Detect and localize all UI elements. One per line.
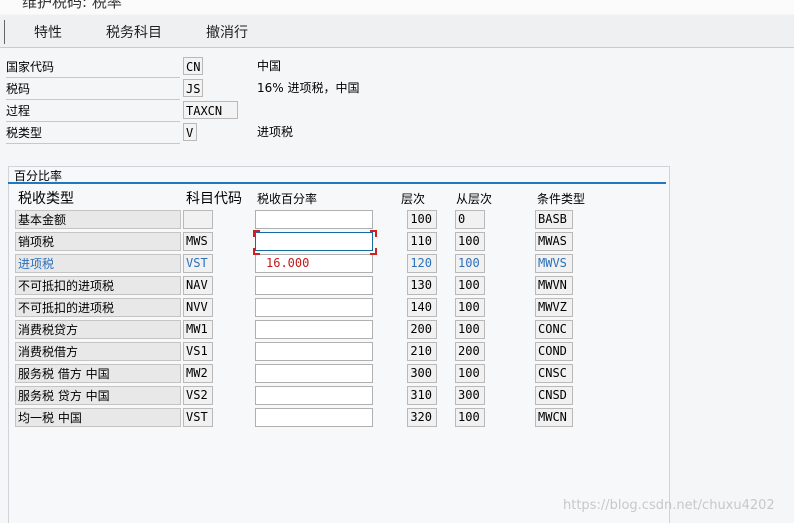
row-level: 140 [407,298,437,317]
row-level: 320 [407,408,437,427]
row-condition-type[interactable]: MWVZ [535,298,573,317]
row-account-key[interactable]: MWS [183,232,213,251]
row-account-key[interactable]: MW2 [183,364,213,383]
row-from-level: 100 [455,408,485,427]
row-tax-type-name: 进项税 [15,254,181,273]
country-code-desc: 中国 [257,59,282,73]
row-tax-percent-input[interactable]: 16.000 [255,254,373,273]
application-toolbar: 特性 税务科目 撤消行 [0,15,794,48]
row-condition-type[interactable]: CNSD [535,386,573,405]
tax-type-field[interactable]: V [183,123,197,141]
toolbar-separator [4,20,5,44]
row-account-key[interactable]: VST [183,254,213,273]
row-from-level: 200 [455,342,485,361]
row-level: 110 [407,232,437,251]
row-condition-type[interactable]: BASB [535,210,573,229]
undo-line-button[interactable]: 撤消行 [206,22,248,42]
col-condition-type: 条件类型 [537,192,586,206]
row-from-level: 100 [455,364,485,383]
row-from-level: 100 [455,298,485,317]
tax-code-label: 税码 [6,80,180,100]
focus-corner-marker [253,248,260,255]
procedure-field[interactable]: TAXCN [183,101,238,119]
row-level: 200 [407,320,437,339]
row-level: 210 [407,342,437,361]
row-from-level: 0 [455,210,485,229]
row-condition-type[interactable]: MWCN [535,408,573,427]
col-account-key: 科目代码 [186,191,242,207]
row-tax-type-name: 均一税 中国 [15,408,181,427]
row-level: 120 [407,254,437,273]
row-condition-type[interactable]: MWVN [535,276,573,295]
focus-corner-marker [370,230,377,237]
row-from-level: 100 [455,276,485,295]
row-account-key[interactable]: VS2 [183,386,213,405]
properties-button[interactable]: 特性 [34,22,62,42]
procedure-label: 过程 [6,102,180,122]
row-tax-percent-input[interactable] [255,320,373,339]
row-tax-percent-input[interactable] [255,276,373,295]
row-account-key[interactable] [183,210,213,229]
row-tax-type-name: 消费税借方 [15,342,181,361]
row-tax-type-name: 服务税 贷方 中国 [15,386,181,405]
focus-corner-marker [253,230,260,237]
panel-title-underline [8,182,666,184]
watermark: https://blog.csdn.net/chuxu4202 [563,498,775,513]
window-title-bar: 维护税码: 税率 [0,0,794,14]
tax-type-desc: 进项税 [257,125,294,139]
row-level: 300 [407,364,437,383]
row-tax-type-name: 销项税 [15,232,181,251]
row-tax-type-name: 消费税贷方 [15,320,181,339]
row-tax-percent-input[interactable] [255,232,373,251]
country-code-field[interactable]: CN [183,57,203,75]
row-level: 100 [407,210,437,229]
row-level: 130 [407,276,437,295]
focus-corner-marker [370,248,377,255]
row-from-level: 300 [455,386,485,405]
row-tax-type-name: 不可抵扣的进项税 [15,276,181,295]
row-condition-type[interactable]: CONC [535,320,573,339]
tax-accounts-button[interactable]: 税务科目 [106,22,162,42]
row-tax-percent-input[interactable] [255,386,373,405]
col-tax-type: 税收类型 [18,191,74,207]
window-title: 维护税码: 税率 [22,0,122,11]
row-account-key[interactable]: VST [183,408,213,427]
row-account-key[interactable]: NAV [183,276,213,295]
tax-code-field[interactable]: JS [183,79,203,97]
row-tax-percent-input[interactable] [255,298,373,317]
row-account-key[interactable]: MW1 [183,320,213,339]
tax-type-label: 税类型 [6,124,180,144]
row-tax-percent-input[interactable] [255,364,373,383]
col-tax-percent: 税收百分率 [257,192,318,206]
col-from-level: 从层次 [456,192,493,206]
row-condition-type[interactable]: MWAS [535,232,573,251]
row-account-key[interactable]: VS1 [183,342,213,361]
row-from-level: 100 [455,320,485,339]
row-condition-type[interactable]: CNSC [535,364,573,383]
country-code-label: 国家代码 [6,58,180,78]
row-account-key[interactable]: NVV [183,298,213,317]
row-condition-type[interactable]: COND [535,342,573,361]
row-tax-type-name: 服务税 借方 中国 [15,364,181,383]
row-level: 310 [407,386,437,405]
col-level: 层次 [401,192,426,206]
row-tax-type-name: 不可抵扣的进项税 [15,298,181,317]
row-tax-percent-input[interactable] [255,210,373,229]
row-from-level: 100 [455,232,485,251]
row-tax-percent-input[interactable] [255,408,373,427]
row-tax-percent-input[interactable] [255,342,373,361]
tax-code-desc: 16% 进项税，中国 [257,81,360,95]
row-condition-type[interactable]: MWVS [535,254,573,273]
row-from-level: 100 [455,254,485,273]
row-tax-type-name: 基本金额 [15,210,181,229]
